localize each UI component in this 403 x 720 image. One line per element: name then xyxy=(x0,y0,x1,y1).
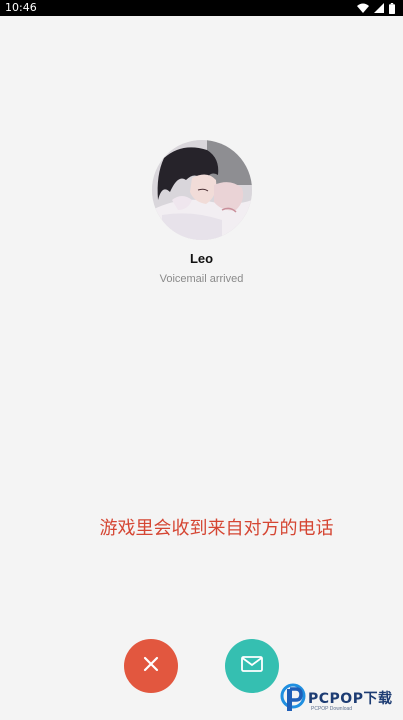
close-icon xyxy=(143,656,159,677)
decline-button[interactable] xyxy=(124,639,178,693)
wifi-icon xyxy=(357,3,369,13)
caller-avatar xyxy=(152,140,252,240)
battery-icon xyxy=(389,2,395,14)
caller-status: Voicemail arrived xyxy=(159,273,244,285)
mail-icon xyxy=(241,655,263,677)
watermark-brand: PCPOP下载 xyxy=(308,691,393,707)
status-icons xyxy=(357,2,395,14)
status-bar: 10:46 xyxy=(0,0,403,16)
pcpop-watermark: PCPOP下载 PCPOP Download xyxy=(279,683,403,720)
status-time: 10:46 xyxy=(5,1,37,14)
signal-icon xyxy=(374,3,384,13)
caller-name: Leo xyxy=(189,251,214,266)
watermark-sub: PCPOP Download xyxy=(311,706,353,712)
message-button[interactable] xyxy=(225,639,279,693)
caption-text: 游戏里会收到来自对方的电话 xyxy=(99,518,334,539)
pcpop-logo-icon xyxy=(280,683,306,711)
